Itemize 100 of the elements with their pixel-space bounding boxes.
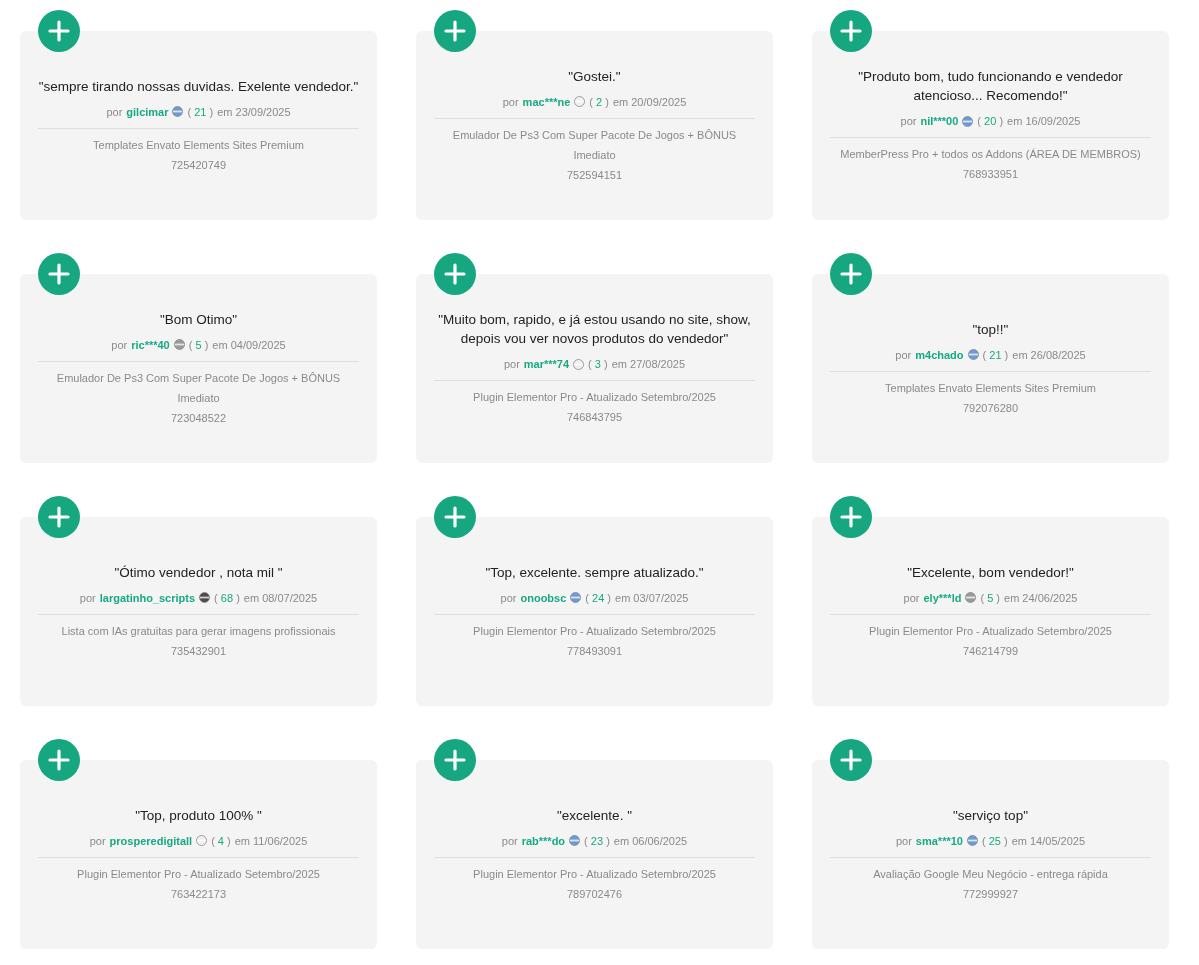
feedback-count: ( 21 ) xyxy=(982,347,1009,363)
plus-button[interactable] xyxy=(38,496,80,538)
byline-label: por xyxy=(503,357,520,372)
username-link[interactable]: prosperedigitall xyxy=(109,832,193,849)
product-title: Plugin Elementor Pro - Atualizado Setembro/2025 xyxy=(868,623,1113,639)
product-title: Templates Envato Elements Sites Premium xyxy=(92,137,305,153)
review-quote: "Muito bom, rapido, e já estou usando no site, show, depois vou ver novos produtos do vendedor" xyxy=(437,311,752,348)
username-link[interactable]: sma***10 xyxy=(915,832,963,849)
feedback-count: ( 3 ) xyxy=(588,357,608,372)
review-quote: "Produto bom, tudo funcionando e vendedor atencioso... Recomendo!" xyxy=(857,68,1124,105)
username-link[interactable]: largatinho_scripts xyxy=(99,589,196,606)
byline-label: por xyxy=(900,114,917,129)
plus-button[interactable] xyxy=(830,253,872,295)
byline-label: por xyxy=(502,94,519,110)
review-date: em 27/08/2025 xyxy=(611,357,686,372)
feedback-count: ( 4 ) xyxy=(211,833,231,849)
plus-icon xyxy=(444,20,466,42)
review-date: em 04/09/2025 xyxy=(212,337,286,353)
reference-number: 792076280 xyxy=(961,400,1020,416)
product-title: MemberPress Pro + todos os Addons (ÁREA DE MEMBROS) xyxy=(839,147,1142,162)
plus-button[interactable] xyxy=(830,10,872,52)
product-title: Plugin Elementor Pro - Atualizado Setembro/2025 xyxy=(472,866,717,882)
feedback-count: ( 2 ) xyxy=(589,94,609,110)
username-link[interactable]: ely***ld xyxy=(923,589,962,606)
reference-number: 752594151 xyxy=(565,167,624,183)
plus-icon xyxy=(48,263,70,285)
byline-label: por xyxy=(79,590,96,606)
byline-label: por xyxy=(895,833,912,849)
review-quote: "sempre tirando nossas duvidas. Exelente vendedor." xyxy=(38,77,359,96)
review-date: em 14/05/2025 xyxy=(1011,833,1086,849)
review-quote: "top!!" xyxy=(971,320,1010,339)
username-link[interactable]: ric***40 xyxy=(131,336,170,353)
review-quote: "serviço top" xyxy=(952,806,1029,825)
plus-button[interactable] xyxy=(830,739,872,781)
product-title: Plugin Elementor Pro - Atualizado Setembro/2025 xyxy=(472,390,717,405)
plus-icon xyxy=(444,506,466,528)
review-quote: "Bom Otimo" xyxy=(158,310,239,329)
plus-button[interactable] xyxy=(434,496,476,538)
byline-label: por xyxy=(500,590,517,606)
username-link[interactable]: nil***00 xyxy=(920,113,959,129)
review-date: em 26/08/2025 xyxy=(1012,347,1086,363)
byline-label: por xyxy=(895,347,912,363)
reference-number: 789702476 xyxy=(565,886,624,902)
review-quote: "Ótimo vendedor , nota mil " xyxy=(113,563,284,582)
review-date: em 16/09/2025 xyxy=(1007,114,1081,129)
plus-icon xyxy=(444,263,466,285)
reference-number: 746214799 xyxy=(961,643,1020,659)
plus-icon xyxy=(840,20,862,42)
product-title: Templates Envato Elements Sites Premium xyxy=(884,380,1097,396)
username-link[interactable]: m4chado xyxy=(915,346,964,363)
review-date: em 23/09/2025 xyxy=(217,104,291,120)
reference-number: 768933951 xyxy=(961,167,1020,182)
plus-icon xyxy=(48,20,70,42)
byline-label: por xyxy=(903,590,920,606)
feedback-count: ( 5 ) xyxy=(980,590,1000,606)
plus-button[interactable] xyxy=(830,496,872,538)
product-title: Avaliação Google Meu Negócio - entrega rápida xyxy=(872,866,1109,882)
byline-label: por xyxy=(106,104,123,120)
reference-number: 778493091 xyxy=(565,643,624,659)
product-title: Plugin Elementor Pro - Atualizado Setembro/2025 xyxy=(76,866,321,882)
product-title: Emulador De Ps3 Com Super Pacote De Jogos + BÔNUS Imediato xyxy=(55,370,342,406)
plus-button[interactable] xyxy=(38,739,80,781)
review-quote: "Gostei." xyxy=(567,67,622,86)
feedback-count: ( 25 ) xyxy=(981,833,1008,849)
plus-icon xyxy=(840,749,862,771)
plus-button[interactable] xyxy=(434,253,476,295)
feedback-count: ( 23 ) xyxy=(584,833,610,849)
feedback-count: ( 21 ) xyxy=(187,104,214,120)
plus-button[interactable] xyxy=(434,739,476,781)
product-title: Plugin Elementor Pro - Atualizado Setembro/2025 xyxy=(472,623,717,639)
reference-number: 772999927 xyxy=(961,886,1020,902)
plus-button[interactable] xyxy=(38,10,80,52)
plus-button[interactable] xyxy=(38,253,80,295)
feedback-count: ( 20 ) xyxy=(977,114,1004,129)
username-link[interactable]: onoobsc xyxy=(520,589,567,606)
byline-label: por xyxy=(89,833,106,849)
reference-number: 723048522 xyxy=(169,410,228,426)
reference-number: 746843795 xyxy=(565,410,624,425)
reference-number: 735432901 xyxy=(169,643,228,659)
review-date: em 03/07/2025 xyxy=(615,590,689,606)
username-link[interactable]: gilcimar xyxy=(126,103,169,120)
feedback-count: ( 68 ) xyxy=(214,590,240,606)
username-link[interactable]: rab***do xyxy=(521,832,566,849)
review-date: em 08/07/2025 xyxy=(243,590,318,606)
review-quote: "Top, produto 100% " xyxy=(134,806,263,825)
product-title: Emulador De Ps3 Com Super Pacote De Jogos + BÔNUS Imediato xyxy=(451,127,738,163)
username-link[interactable]: mar***74 xyxy=(523,356,570,372)
review-quote: "Top, excelente. sempre atualizado." xyxy=(484,563,705,582)
username-link[interactable]: mac***ne xyxy=(522,93,571,110)
review-date: em 11/06/2025 xyxy=(234,833,308,849)
feedback-count: ( 5 ) xyxy=(188,337,209,353)
plus-button[interactable] xyxy=(434,10,476,52)
review-date: em 24/06/2025 xyxy=(1004,590,1078,606)
reference-number: 725420749 xyxy=(169,157,228,173)
reference-number: 763422173 xyxy=(169,886,228,902)
plus-icon xyxy=(48,506,70,528)
plus-icon xyxy=(444,749,466,771)
review-quote: "excelente. " xyxy=(556,806,633,825)
review-quote: "Excelente, bom vendedor!" xyxy=(906,563,1075,582)
byline-label: por xyxy=(111,337,128,353)
